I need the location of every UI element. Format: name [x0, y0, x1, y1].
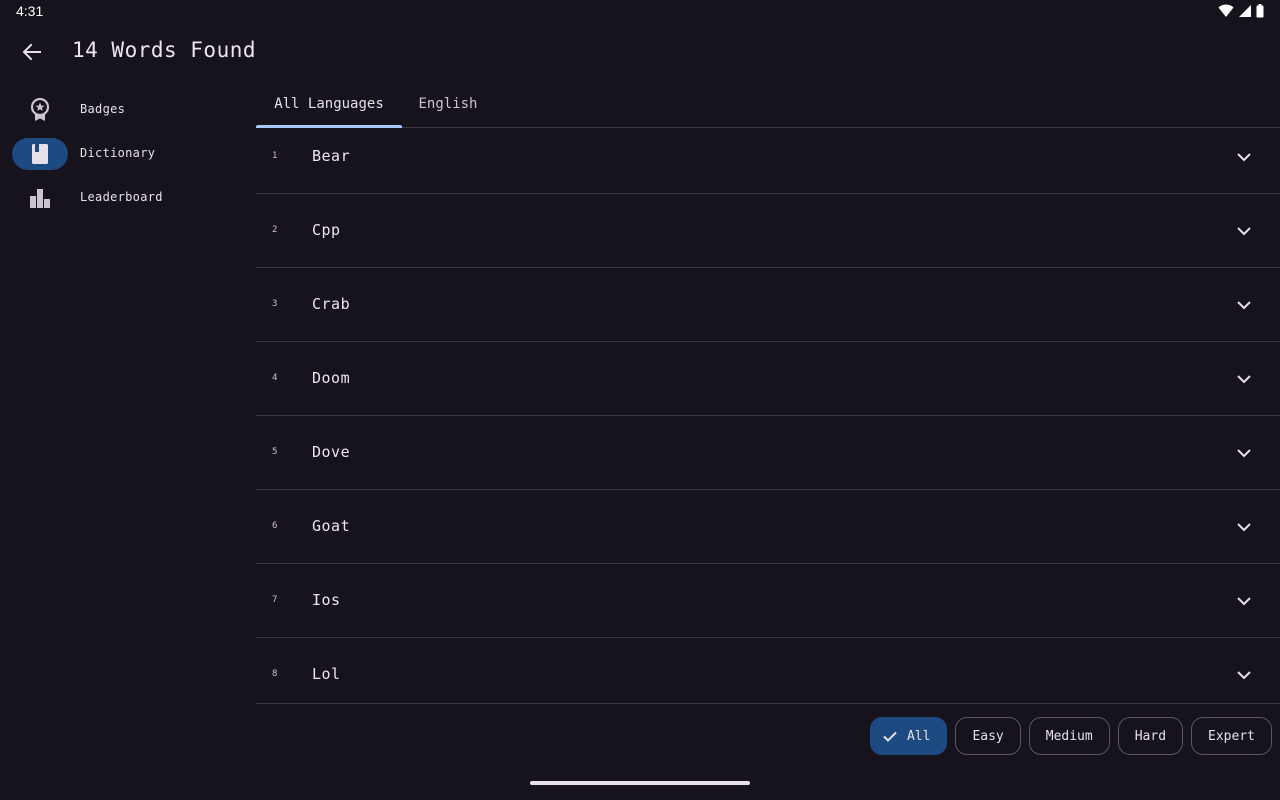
navigation-rail: Badges Dictionary Leaderboard	[0, 88, 240, 220]
chevron-down-icon[interactable]	[1234, 295, 1254, 315]
nav-indicator	[12, 182, 68, 214]
word-text: Cpp	[312, 221, 341, 239]
word-index: 4	[272, 373, 278, 383]
word-row[interactable]: 2 Cpp	[256, 194, 1280, 268]
book-icon	[32, 144, 48, 164]
status-time: 4:31	[16, 3, 44, 19]
filter-chip-all[interactable]: All	[869, 717, 948, 755]
chevron-down-icon[interactable]	[1234, 443, 1254, 463]
chevron-down-icon[interactable]	[1234, 591, 1254, 611]
filter-chip-label: All	[906, 728, 931, 744]
word-index: 7	[272, 595, 278, 605]
battery-icon	[1256, 4, 1264, 18]
word-index: 8	[272, 669, 278, 679]
signal-icon	[1239, 5, 1251, 17]
chevron-down-icon[interactable]	[1234, 147, 1254, 167]
filter-chip-hard[interactable]: Hard	[1117, 717, 1184, 755]
home-indicator[interactable]	[530, 781, 750, 785]
chevron-down-icon[interactable]	[1234, 665, 1254, 685]
word-list: 1 Bear 2 Cpp 3 Crab 4 Doom 5 Dove 6 Goat	[256, 128, 1280, 704]
chevron-down-icon[interactable]	[1234, 221, 1254, 241]
word-row[interactable]: 3 Crab	[256, 268, 1280, 342]
chevron-down-icon[interactable]	[1234, 517, 1254, 537]
word-row[interactable]: 7 Ios	[256, 564, 1280, 638]
nav-item-badges[interactable]: Badges	[0, 88, 240, 132]
app-bar: 14 Words Found	[0, 24, 1280, 80]
check-icon	[883, 731, 897, 742]
word-row[interactable]: 6 Goat	[256, 490, 1280, 564]
word-text: Ios	[312, 591, 341, 609]
filter-chip-expert[interactable]: Expert	[1191, 717, 1272, 755]
word-index: 6	[272, 521, 278, 531]
arrow-back-icon	[22, 43, 41, 61]
word-row[interactable]: 8 Lol	[256, 638, 1280, 704]
tab-english[interactable]: English	[402, 80, 494, 128]
word-text: Doom	[312, 369, 351, 387]
word-row[interactable]: 4 Doom	[256, 342, 1280, 416]
leaderboard-icon	[30, 189, 50, 208]
word-index: 2	[272, 225, 278, 235]
back-button[interactable]	[12, 32, 52, 72]
badge-icon	[30, 98, 50, 121]
word-index: 1	[272, 151, 278, 161]
nav-item-leaderboard[interactable]: Leaderboard	[0, 176, 240, 220]
word-row[interactable]: 1 Bear	[256, 128, 1280, 194]
word-text: Goat	[312, 517, 351, 535]
chevron-down-icon[interactable]	[1234, 369, 1254, 389]
tab-all-languages[interactable]: All Languages	[256, 80, 402, 128]
nav-label-badges: Badges	[80, 102, 126, 116]
word-text: Lol	[312, 665, 341, 683]
nav-label-leaderboard: Leaderboard	[80, 190, 163, 204]
nav-item-dictionary[interactable]: Dictionary	[0, 132, 240, 176]
status-icons	[1218, 4, 1264, 18]
page-title: 14 Words Found	[72, 38, 257, 62]
nav-label-dictionary: Dictionary	[80, 146, 156, 160]
word-text: Crab	[312, 295, 351, 313]
filter-chip-easy[interactable]: Easy	[955, 717, 1021, 755]
word-text: Bear	[312, 147, 351, 165]
difficulty-filter-chips: All Easy Medium Hard Expert	[869, 717, 1272, 755]
wifi-icon	[1218, 4, 1234, 17]
word-index: 3	[272, 299, 278, 309]
status-bar: 4:31	[0, 0, 1280, 24]
language-tabs: All Languages English	[256, 80, 1280, 128]
word-row[interactable]: 5 Dove	[256, 416, 1280, 490]
nav-indicator	[12, 94, 68, 126]
nav-indicator-active	[12, 138, 68, 170]
filter-chip-medium[interactable]: Medium	[1028, 717, 1110, 755]
word-index: 5	[272, 447, 278, 457]
word-text: Dove	[312, 443, 351, 461]
